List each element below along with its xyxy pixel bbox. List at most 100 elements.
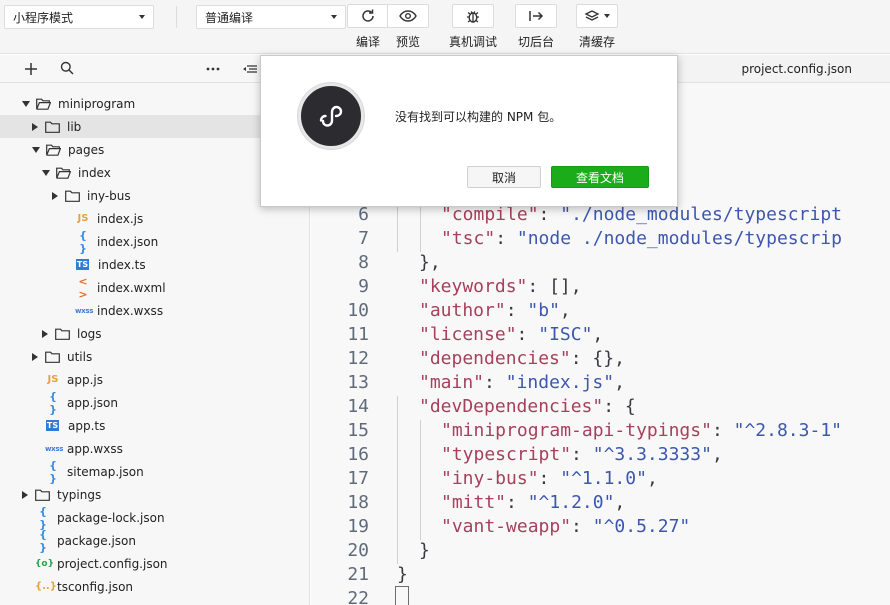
- tree-item-label: app.json: [67, 395, 118, 410]
- code-token: }: [419, 540, 430, 561]
- chevron-right-icon[interactable]: [42, 329, 48, 338]
- chevron-right-icon[interactable]: [32, 122, 38, 131]
- tree-item[interactable]: JS app.js: [0, 368, 310, 391]
- compile-mode-value: 普通编译: [205, 10, 254, 25]
- json-value: "index.js": [505, 372, 615, 393]
- json-sep: :: [571, 516, 593, 537]
- json-sep: :: [505, 300, 528, 321]
- chevron-right-icon[interactable]: [52, 191, 58, 200]
- tree-item[interactable]: { } app.json: [0, 389, 310, 416]
- more-icon[interactable]: [206, 67, 220, 71]
- chevron-right-icon[interactable]: [22, 490, 28, 499]
- wxml-file-icon: < >: [78, 274, 88, 301]
- json-sep: :: [495, 228, 517, 249]
- tree-item[interactable]: < > index.wxml: [0, 274, 310, 301]
- json-file-icon: { }: [49, 389, 57, 416]
- collapse-icon[interactable]: [243, 64, 257, 74]
- search-icon[interactable]: [60, 61, 74, 75]
- code-line: },: [419, 252, 441, 273]
- line-number: 20: [347, 540, 369, 561]
- code-line: "vant-weapp": "^0.5.27": [441, 516, 690, 537]
- tree-item[interactable]: TS app.ts: [0, 414, 310, 437]
- code-token: {: [624, 396, 636, 417]
- folder-icon: [55, 328, 70, 340]
- code-line: "keywords": [],: [419, 276, 582, 297]
- line-number: 21: [347, 564, 369, 585]
- line-number: 11: [347, 324, 369, 345]
- tree-item-label: utils: [67, 349, 93, 364]
- tree-item-label: lib: [67, 119, 82, 134]
- ts-file-icon: TS: [76, 259, 89, 270]
- json-value: "^3.3.3333": [592, 444, 712, 465]
- folder-icon: [65, 190, 80, 202]
- tree-item[interactable]: typings: [0, 483, 310, 506]
- tree-item[interactable]: JS index.js: [0, 207, 310, 230]
- switch-background-label: 切后台: [517, 35, 554, 49]
- code-token: ,: [614, 492, 626, 513]
- clear-cache-button[interactable]: [576, 4, 618, 28]
- clear-cache-label: 清缓存: [578, 35, 615, 49]
- tree-item[interactable]: { } index.json: [0, 229, 310, 255]
- code-token: {},: [592, 348, 625, 369]
- miniprogram-logo-icon: [298, 83, 364, 149]
- compile-mode-select[interactable]: 普通编译: [196, 5, 346, 29]
- line-number: 18: [347, 492, 369, 513]
- json-key: "devDependencies": [419, 396, 604, 417]
- remote-debug-button[interactable]: [452, 4, 494, 28]
- code-line: "typescript": "^3.3.3333",: [441, 444, 723, 465]
- wxss-file-icon: wxss: [45, 444, 64, 453]
- tree-item[interactable]: { } package-lock.json: [0, 505, 310, 531]
- json-value: "^2.8.3-1": [733, 420, 842, 441]
- js-file-icon: JS: [77, 213, 89, 224]
- json-sep: :: [603, 396, 625, 417]
- tree-item-label: app.ts: [68, 418, 106, 433]
- code-line: "miniprogram-api-typings": "^2.8.3-1": [441, 420, 842, 441]
- view-docs-button[interactable]: 查看文档: [551, 166, 649, 188]
- chevron-down-icon[interactable]: [22, 100, 30, 107]
- preview-button[interactable]: [387, 4, 429, 28]
- tree-item[interactable]: utils: [0, 345, 310, 368]
- json-value: "b": [527, 300, 560, 321]
- line-number: 8: [358, 252, 369, 273]
- json-file-icon: { }: [49, 458, 57, 485]
- json-key: "vant-weapp": [441, 516, 572, 537]
- tree-item[interactable]: wxss app.wxss: [0, 437, 310, 460]
- json-sep: :: [538, 204, 561, 225]
- json-sep: :: [527, 276, 550, 297]
- tree-item-label: index.ts: [98, 257, 146, 272]
- tsconfig-icon: {..}: [35, 581, 57, 592]
- tree-item-label: index: [78, 165, 111, 180]
- tree-item[interactable]: wxss index.wxss: [0, 299, 310, 322]
- tree-item[interactable]: { } sitemap.json: [0, 458, 310, 485]
- json-value: "^0.5.27": [592, 516, 691, 537]
- code-line: "author": "b",: [419, 300, 571, 321]
- indent-guide: [397, 204, 398, 252]
- json-key: "author": [419, 300, 506, 321]
- code-line: "main": "index.js",: [419, 372, 625, 393]
- folder-open-icon: [46, 144, 61, 156]
- tab-project-config[interactable]: project.config.json: [741, 62, 852, 76]
- chevron-down-icon[interactable]: [42, 169, 50, 176]
- json-sep: :: [516, 324, 539, 345]
- tree-item-label: index.wxss: [97, 303, 164, 318]
- tree-item[interactable]: { } package.json: [0, 528, 310, 554]
- tree-item[interactable]: {..} tsconfig.json: [0, 575, 310, 598]
- ts-file-icon: TS: [46, 420, 59, 431]
- cancel-button[interactable]: 取消: [467, 166, 541, 188]
- tree-item-label: package.json: [57, 533, 137, 548]
- code-line: "mitt": "^1.2.0",: [441, 492, 625, 513]
- tree-item[interactable]: logs: [0, 322, 310, 345]
- json-sep: :: [571, 444, 593, 465]
- indent-guide: [420, 204, 421, 252]
- plus-icon[interactable]: [24, 62, 38, 76]
- switch-background-button[interactable]: [515, 4, 557, 28]
- chevron-down-icon[interactable]: [32, 146, 40, 153]
- line-number: 16: [347, 444, 369, 465]
- tree-item[interactable]: TS index.ts: [0, 253, 310, 276]
- compile-button[interactable]: [347, 4, 389, 28]
- mode-select[interactable]: 小程序模式: [4, 5, 154, 29]
- chevron-right-icon[interactable]: [32, 352, 38, 361]
- switch-background-icon: [529, 11, 544, 21]
- tree-item[interactable]: {o} project.config.json: [0, 552, 310, 575]
- code-token: ,: [646, 468, 658, 489]
